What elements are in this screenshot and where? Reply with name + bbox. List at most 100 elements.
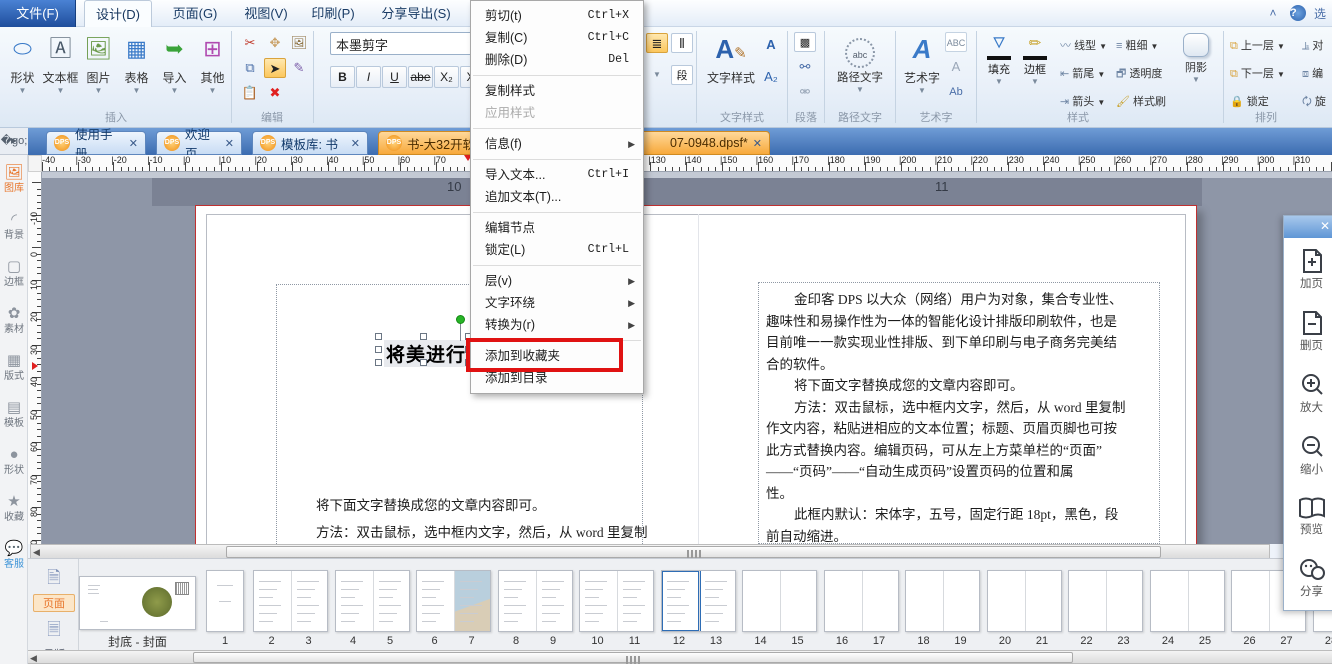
thumbnail-page[interactable]	[1106, 571, 1142, 631]
menu-item-12[interactable]: 编辑节点	[471, 217, 643, 239]
text-frame-options-icon[interactable]: ▩	[794, 32, 816, 52]
align-button-partial[interactable]: ⫡ 对	[1302, 37, 1323, 53]
fill-button[interactable]: 🜄 填充 ▼	[984, 33, 1014, 86]
dropdown-arrow-icon[interactable]: ▼	[118, 86, 155, 95]
palette-delete-page-button[interactable]: 删页	[1287, 310, 1332, 353]
tab-close-icon[interactable]: ✕	[129, 137, 138, 150]
thumbnail-page[interactable]	[1069, 571, 1106, 631]
menu-item-0[interactable]: 剪切(t) Ctrl+X	[471, 5, 643, 27]
sidebar-item-support[interactable]: 💬 客服	[0, 539, 28, 570]
thumbnail-page[interactable]	[499, 571, 536, 631]
arrow-head-button[interactable]: ⇥ 箭头 ▼	[1060, 93, 1105, 109]
thumbnail-page[interactable]	[1187, 571, 1224, 631]
format-B-button[interactable]: B	[330, 66, 355, 88]
thumbnail-page[interactable]	[988, 571, 1025, 631]
group-button-partial[interactable]: ⧈ 编	[1302, 65, 1323, 81]
menu-item-10[interactable]: 追加文本(T)...	[471, 186, 643, 208]
sidebar-item-shape[interactable]: ● 形状	[0, 445, 28, 476]
thickness-button[interactable]: ≡ 粗细 ▼	[1116, 37, 1158, 53]
sidebar-item-material[interactable]: ✿ 素材	[0, 304, 28, 335]
menu-item-13[interactable]: 锁定(L) Ctrl+L	[471, 239, 643, 261]
delete-icon[interactable]: ✖	[264, 83, 286, 103]
thumbnail-page[interactable]	[825, 571, 862, 631]
insert-3-button[interactable]: 🖼 图片 ▼	[80, 29, 117, 95]
insert-4-button[interactable]: ▦ 表格 ▼	[118, 29, 155, 95]
menu-item-2[interactable]: 删除(D) Del	[471, 49, 643, 71]
document-tab-3[interactable]: DPS 模板库: 书 ✕	[252, 131, 368, 155]
thumbnail-page[interactable]	[1151, 571, 1188, 631]
tab-close-icon[interactable]: ✕	[351, 137, 360, 150]
thumbnail-page[interactable]	[617, 571, 653, 631]
format-U-button[interactable]: U	[382, 66, 407, 88]
thumbnail-page[interactable]	[206, 570, 244, 632]
lock-button[interactable]: 🔒 锁定	[1230, 93, 1269, 109]
select-cursor-icon[interactable]: ➤	[264, 58, 286, 78]
canvas-hscrollbar-thumb[interactable]	[226, 546, 1161, 558]
thumbnail-page[interactable]	[336, 571, 373, 631]
thumbnail-pair[interactable]	[660, 570, 736, 632]
menu-item-17[interactable]: 转换为(r) ▶	[471, 314, 643, 336]
format-I-button[interactable]: I	[356, 66, 381, 88]
shadow-button[interactable]: 阴影 ▼	[1176, 31, 1216, 84]
align-text-icon[interactable]: ≣	[646, 33, 668, 53]
document-canvas[interactable]: 10 11 将下面文字替换成您的文章内容即可。 方法：双击鼠标，选中框内文字，然后…	[42, 172, 1332, 544]
menu-tab-4[interactable]: 印刷(P)	[304, 0, 362, 27]
thumbnail-pair[interactable]	[905, 570, 980, 632]
word-art-case-icon[interactable]: Ab	[945, 82, 967, 102]
master-tab[interactable]: 🗏 母版	[33, 617, 75, 650]
thumbnail-page[interactable]	[1232, 571, 1269, 631]
border-button[interactable]: ✏ 边框 ▼	[1020, 33, 1050, 86]
dropdown-arrow-icon[interactable]: ▼	[42, 86, 79, 95]
palette-header[interactable]: ✕	[1284, 216, 1332, 238]
page-spread[interactable]: 将下面文字替换成您的文章内容即可。 方法：双击鼠标，选中框内文字，然后，从 wor…	[195, 205, 1197, 544]
sidebar-item-frame[interactable]: ▢ 边框	[0, 257, 28, 288]
menu-tab-3[interactable]: 视图(V)	[236, 0, 296, 27]
dropdown-arrow-icon[interactable]: ▼	[156, 86, 193, 95]
link-frames-icon[interactable]: ⚯	[794, 57, 816, 77]
thumbnail-pair[interactable]	[1149, 570, 1225, 632]
thumbnail-page[interactable]	[906, 571, 943, 631]
font-family-combo[interactable]: 本墨剪字	[330, 32, 490, 55]
tab-close-icon[interactable]: ✕	[225, 137, 234, 150]
thumbnail-pair[interactable]	[742, 570, 817, 632]
insert-1-button[interactable]: ⬭ 形状 ▼	[4, 29, 41, 95]
menu-tab-5[interactable]: 分享导出(S)	[370, 0, 462, 27]
copy-icon[interactable]: ⧉	[239, 58, 261, 78]
thumbnail-pair[interactable]	[334, 570, 410, 632]
menu-item-16[interactable]: 文字环绕 ▶	[471, 292, 643, 314]
thumbnail-page[interactable]	[291, 571, 327, 631]
word-art-edit-icon[interactable]: ABC	[945, 32, 967, 52]
help-icon[interactable]: ?	[1289, 5, 1306, 21]
thumbnail-page[interactable]	[535, 571, 572, 631]
insert-5-button[interactable]: ➥ 导入 ▼	[156, 29, 193, 95]
style-brush-button[interactable]: 🖌 样式刷	[1116, 93, 1166, 109]
font-more-dropdown-icon[interactable]: ▼	[646, 65, 668, 85]
thumbnail-pair[interactable]	[986, 570, 1062, 632]
menu-item-15[interactable]: 层(v) ▶	[471, 270, 643, 292]
thumbnail-pair[interactable]	[416, 570, 491, 632]
menu-tab-2[interactable]: 页面(G)	[162, 0, 228, 27]
palette-add-page-button[interactable]: 加页	[1287, 248, 1332, 291]
insert-6-button[interactable]: ⊞ 其他 ▼	[194, 29, 231, 95]
picture-tool-icon[interactable]: 🖼	[288, 33, 310, 53]
dropdown-arrow-icon[interactable]: ▼	[194, 86, 231, 95]
thumbs-scroll-left-icon[interactable]: ◀	[30, 653, 37, 664]
rotate-handle[interactable]	[456, 315, 465, 324]
thumbnail-page[interactable]	[743, 571, 780, 631]
document-tab-1[interactable]: DPS 使用手册 ✕	[46, 128, 146, 161]
bring-forward-button[interactable]: ⧉ 上一层 ▼	[1230, 37, 1285, 53]
thumbnail-page[interactable]	[1024, 571, 1061, 631]
tab-close-icon[interactable]: ✕	[753, 137, 762, 150]
thumbnail-page[interactable]	[454, 571, 490, 631]
selection-handle[interactable]	[375, 333, 382, 340]
cut-icon[interactable]: ✂	[239, 33, 261, 53]
selection-handle[interactable]	[420, 333, 427, 340]
menu-item-4[interactable]: 复制样式	[471, 80, 643, 102]
palette-close-icon[interactable]: ✕	[1320, 219, 1330, 233]
document-tab-2[interactable]: DPS 欢迎页 ✕	[156, 128, 242, 161]
opacity-button[interactable]: 🗗 透明度	[1116, 65, 1162, 84]
char-style-icon[interactable]: A	[760, 35, 782, 55]
path-text-button[interactable]: abc 路径文字 ▼	[833, 29, 887, 94]
format-X₂-button[interactable]: X₂	[434, 66, 459, 88]
palette-zoom-in-button[interactable]: 放大	[1287, 372, 1332, 415]
